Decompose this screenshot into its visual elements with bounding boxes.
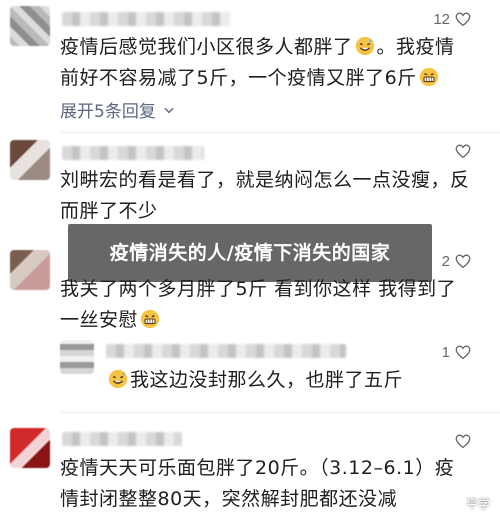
divider: [60, 412, 500, 413]
username-blurred[interactable]: [62, 432, 182, 446]
comment-text: 疫情天天可乐面包胖了20斤。（3.12–6.1）疫 情封闭整整80天，突然解封肥…: [60, 453, 490, 515]
avatar[interactable]: [10, 428, 50, 468]
comment-text-line: 疫情天天可乐面包胖了20斤。（3.12–6.1）疫: [60, 457, 455, 479]
heart-outline-icon: [455, 144, 471, 159]
like-button[interactable]: 2: [442, 252, 472, 270]
avatar[interactable]: [10, 6, 50, 46]
comment-text-segment: 。我疫情: [376, 36, 455, 58]
comment-text-segment: 疫情后感觉我们小区很多人都胖了: [60, 36, 353, 58]
username-blurred[interactable]: [106, 344, 346, 358]
comment-thread: 12 疫情后感觉我们小区很多人都胖了 。我疫情 前好不容易减了5斤，一个疫情又胖了…: [0, 0, 500, 518]
like-button[interactable]: [454, 142, 472, 160]
watermark-text: 平学: [465, 497, 490, 511]
comment-text: 我这边没封那么久，也胖了五斤: [106, 365, 486, 396]
watermark-logo-icon: [450, 497, 462, 510]
heart-outline-icon: [455, 434, 471, 449]
chevron-down-icon: [164, 107, 174, 113]
comment-text: 刘畊宏的看是看了，就是纳闷怎么一点没瘦，反 而胖了不少: [60, 165, 490, 227]
comment-text-segment: 我这边没封那么久，也胖了五斤: [130, 369, 404, 391]
grin-emoji-icon: [140, 309, 160, 329]
username-blurred[interactable]: [62, 12, 230, 26]
comment-text-line: 我关了两个多月胖了5斤 看到你这样 我得到了: [60, 278, 457, 300]
expand-replies-button[interactable]: 展开5条回复: [60, 97, 176, 122]
avatar[interactable]: [60, 340, 94, 374]
comment-text-line: 情封闭整整80天，突然解封肥都还没减: [60, 488, 398, 510]
comment-text: 我关了两个多月胖了5斤 看到你这样 我得到了 一丝安慰: [60, 274, 490, 336]
like-count: 1: [441, 343, 450, 361]
heart-outline-icon: [455, 254, 471, 269]
sweat-smile-emoji-icon: [108, 369, 128, 389]
username-blurred[interactable]: [62, 146, 204, 160]
like-button[interactable]: 12: [433, 10, 472, 28]
banner-title: 疫情消失的人/疫情下消失的国家: [109, 242, 391, 264]
comment-text-segment: 前好不容易减了5斤，一个疫情又胖了6斤: [60, 67, 417, 89]
comment-text-line: 刘畊宏的看是看了，就是纳闷怎么一点没瘦，反: [60, 169, 470, 191]
heart-outline-icon: [455, 345, 471, 360]
watermark: 平学: [449, 495, 490, 512]
divider: [60, 132, 500, 133]
like-button[interactable]: 1: [442, 343, 472, 361]
avatar[interactable]: [10, 140, 50, 180]
expand-replies-label: 展开5条回复: [60, 102, 156, 122]
avatar[interactable]: [10, 250, 50, 290]
comment-text: 疫情后感觉我们小区很多人都胖了 。我疫情 前好不容易减了5斤，一个疫情又胖了6斤: [60, 32, 480, 94]
grin-emoji-icon: [419, 67, 438, 87]
sweat-smile-emoji-icon: [355, 36, 374, 56]
like-count: 2: [441, 252, 450, 270]
like-button[interactable]: [454, 432, 472, 450]
comment-text-line: 而胖了不少: [60, 200, 158, 222]
comment-text-segment: 一丝安慰: [60, 309, 139, 331]
heart-outline-icon: [455, 12, 471, 27]
like-count: 12: [433, 10, 450, 28]
